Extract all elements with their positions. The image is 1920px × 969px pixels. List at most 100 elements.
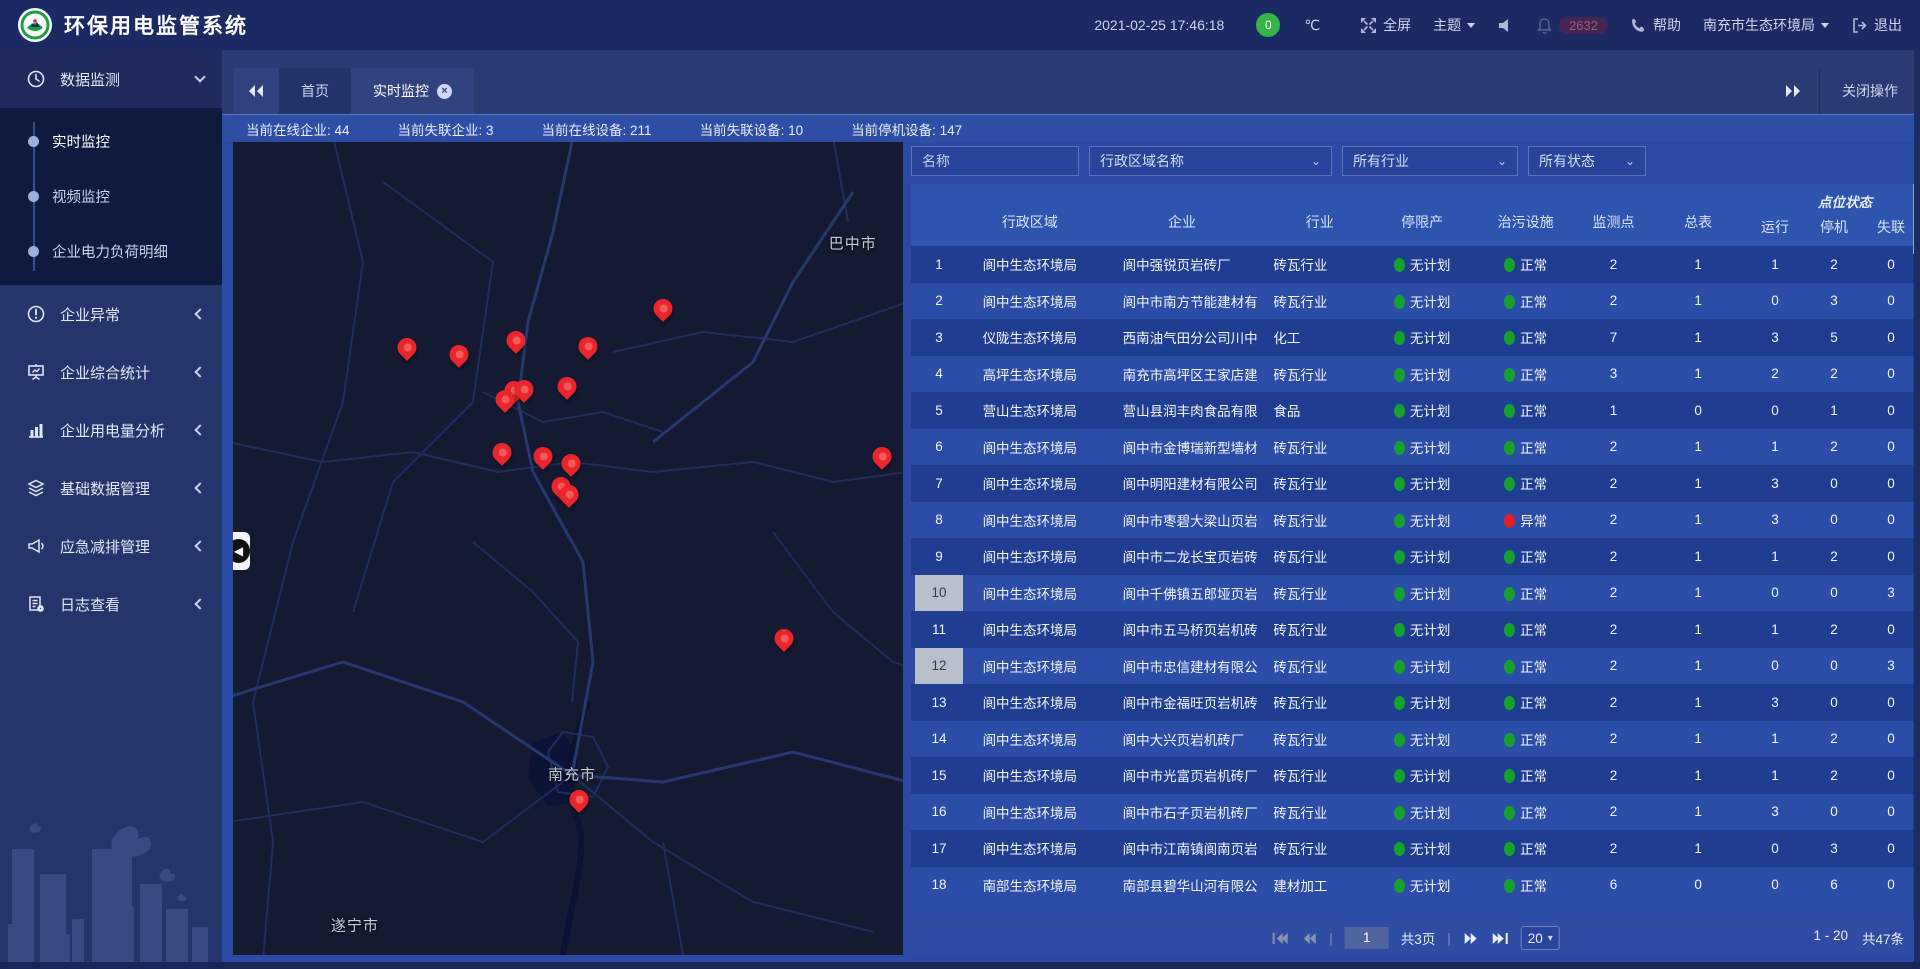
sidebar-group-6[interactable]: 日志查看 — [0, 575, 222, 633]
cell-industry: 砖瓦行业 — [1271, 765, 1368, 785]
sidebar-group-0[interactable]: 数据监测 — [0, 50, 222, 108]
sidebar-group-1[interactable]: 企业异常 — [0, 285, 222, 343]
status-dot-icon — [1504, 331, 1515, 345]
tabs-scroll-left-button[interactable] — [233, 68, 279, 114]
name-filter-input[interactable] — [922, 153, 1068, 169]
region-filter-select[interactable]: 行政区域名称 ⌄ — [1089, 146, 1332, 176]
cell-industry: 砖瓦行业 — [1271, 692, 1368, 712]
sidebar: 数据监测实时监控视频监控企业电力负荷明细企业异常企业综合统计企业用电量分析基础数… — [0, 50, 222, 969]
help-button[interactable]: 帮助 — [1630, 15, 1681, 35]
page-size-select[interactable]: 20 ▾ — [1521, 926, 1560, 950]
next-page-button[interactable] — [1463, 932, 1480, 945]
theme-dropdown[interactable]: 主题 — [1433, 15, 1475, 35]
cell-total-meters: 1 — [1652, 330, 1744, 345]
fullscreen-button[interactable]: 全屏 — [1360, 15, 1411, 35]
cell-monitor-points: 6 — [1575, 877, 1652, 892]
map-collapse-handle[interactable]: ◀ — [233, 532, 250, 570]
cell-total-meters: 1 — [1652, 293, 1744, 308]
cell-company: 阆中市金博瑞新型墙材 — [1093, 437, 1272, 457]
cell-monitor-points: 2 — [1575, 439, 1652, 454]
table-row[interactable]: 8阆中生态环境局阆中市枣碧大梁山页岩砖瓦行业无计划异常21300 — [911, 502, 1920, 539]
cell-industry: 砖瓦行业 — [1271, 437, 1368, 457]
cell-limit-status: 无计划 — [1368, 364, 1476, 384]
table-row[interactable]: 12阆中生态环境局阆中市忠信建材有限公砖瓦行业无计划正常21003 — [911, 648, 1920, 685]
close-operations-button[interactable]: 关闭操作 — [1819, 68, 1920, 114]
tab-close-icon[interactable]: × — [437, 84, 452, 99]
status-filter-select[interactable]: 所有状态 ⌄ — [1528, 146, 1646, 176]
table-row[interactable]: 17阆中生态环境局阆中市江南镇阆南页岩砖瓦行业无计划正常21030 — [911, 830, 1920, 867]
table-row[interactable]: 7阆中生态环境局阆中明阳建材有限公司砖瓦行业无计划正常21300 — [911, 465, 1920, 502]
sidebar-group-5[interactable]: 应急减排管理 — [0, 517, 222, 575]
table-row[interactable]: 10阆中生态环境局阆中千佛镇五郎垭页岩砖瓦行业无计划正常21003 — [911, 575, 1920, 612]
sidebar-group-label: 企业异常 — [60, 304, 182, 325]
cell-industry: 砖瓦行业 — [1271, 802, 1368, 822]
chevron-down-icon: ⌄ — [1625, 154, 1635, 168]
cell-lost: 0 — [1862, 366, 1920, 381]
table-row[interactable]: 5营山生态环境局营山县润丰肉食品有限食品无计划正常10010 — [911, 392, 1920, 429]
map-roads — [233, 142, 903, 955]
table-row[interactable]: 11阆中生态环境局阆中市五马桥页岩机砖砖瓦行业无计划正常21120 — [911, 611, 1920, 648]
cell-stopped: 0 — [1806, 804, 1862, 819]
sidebar-group-label: 基础数据管理 — [60, 478, 182, 499]
table-row[interactable]: 15阆中生态环境局阆中市光富页岩机砖厂砖瓦行业无计划正常21120 — [911, 757, 1920, 794]
sidebar-group-label: 应急减排管理 — [60, 536, 182, 557]
table-row[interactable]: 6阆中生态环境局阆中市金博瑞新型墙材砖瓦行业无计划正常21120 — [911, 429, 1920, 466]
cell-facility-status: 正常 — [1476, 656, 1575, 676]
tab-首页[interactable]: 首页 — [279, 68, 351, 114]
table-row[interactable]: 13阆中生态环境局阆中市金福旺页岩机砖砖瓦行业无计划正常21300 — [911, 684, 1920, 721]
sidebar-group-2[interactable]: 企业综合统计 — [0, 343, 222, 401]
table-row[interactable]: 14阆中生态环境局阆中大兴页岩机砖厂砖瓦行业无计划正常21120 — [911, 721, 1920, 758]
map-panel[interactable]: 巴中市南充市遂宁市 ◀ — [233, 142, 903, 955]
right-panel: 行政区域名称 ⌄ 所有行业 ⌄ 所有状态 ⌄ — [911, 142, 1920, 955]
org-dropdown[interactable]: 南充市生态环境局 — [1703, 15, 1829, 35]
cell-monitor-points: 2 — [1575, 585, 1652, 600]
first-page-button[interactable] — [1271, 932, 1288, 945]
cell-running: 3 — [1744, 476, 1806, 491]
sidebar-submenu: 实时监控视频监控企业电力负荷明细 — [0, 108, 222, 285]
table-row[interactable]: 16阆中生态环境局阆中市石子页岩机砖厂砖瓦行业无计划正常21300 — [911, 794, 1920, 831]
cell-limit-status: 无计划 — [1368, 692, 1476, 712]
cell-region: 阆中生态环境局 — [967, 546, 1093, 566]
cell-limit-status: 无计划 — [1368, 656, 1476, 676]
double-right-arrow-icon — [1784, 84, 1802, 98]
table-row[interactable]: 2阆中生态环境局阆中市南方节能建材有砖瓦行业无计划正常21030 — [911, 283, 1920, 320]
last-page-button[interactable] — [1492, 932, 1509, 945]
prev-page-button[interactable] — [1300, 932, 1317, 945]
cell-region: 阆中生态环境局 — [967, 729, 1093, 749]
sidebar-item-企业电力负荷明细[interactable]: 企业电力负荷明细 — [0, 224, 222, 279]
page-number-input[interactable]: 1 — [1345, 927, 1389, 949]
cell-facility-status: 正常 — [1476, 838, 1575, 858]
cell-region: 南部生态环境局 — [967, 875, 1093, 895]
status-dot-icon — [1504, 368, 1515, 382]
table-row[interactable]: 1阆中生态环境局阆中强锐页岩砖厂砖瓦行业无计划正常21120 — [911, 246, 1920, 283]
cell-lost: 0 — [1862, 731, 1920, 746]
sidebar-group-4[interactable]: 基础数据管理 — [0, 459, 222, 517]
cell-company: 阆中市金福旺页岩机砖 — [1093, 692, 1272, 712]
table-row[interactable]: 3仪陇生态环境局西南油气田分公司川中化工无计划正常71350 — [911, 319, 1920, 356]
fullscreen-icon — [1360, 17, 1377, 34]
city-label-南充市: 南充市 — [548, 763, 596, 784]
cell-region: 阆中生态环境局 — [967, 437, 1093, 457]
tab-实时监控[interactable]: 实时监控× — [351, 68, 474, 114]
cell-total-meters: 1 — [1652, 439, 1744, 454]
cell-industry: 化工 — [1271, 327, 1368, 347]
notifications-button[interactable]: 2632 — [1536, 17, 1608, 34]
sidebar-group-3[interactable]: 企业用电量分析 — [0, 401, 222, 459]
status-filter-value: 所有状态 — [1539, 151, 1595, 171]
table-row[interactable]: 4高坪生态环境局南充市高坪区王家店建砖瓦行业无计划正常31220 — [911, 356, 1920, 393]
col-header: 行业 — [1271, 198, 1368, 232]
status-dot-icon — [1394, 404, 1405, 418]
industry-filter-select[interactable]: 所有行业 ⌄ — [1342, 146, 1518, 176]
row-index: 6 — [911, 429, 967, 466]
cell-limit-status: 无计划 — [1368, 583, 1476, 603]
cell-lost: 0 — [1862, 841, 1920, 856]
sidebar-item-视频监控[interactable]: 视频监控 — [0, 169, 222, 224]
cell-running: 1 — [1744, 549, 1806, 564]
status-dot-icon — [1394, 806, 1405, 820]
mute-button[interactable] — [1497, 17, 1514, 34]
sidebar-item-实时监控[interactable]: 实时监控 — [0, 114, 222, 169]
table-row[interactable]: 9阆中生态环境局阆中市二龙长宝页岩砖砖瓦行业无计划正常21120 — [911, 538, 1920, 575]
logout-button[interactable]: 退出 — [1851, 15, 1902, 35]
tabs-scroll-right-button[interactable] — [1767, 84, 1819, 98]
table-row[interactable]: 18南部生态环境局南部县碧华山河有限公建材加工无计划正常60060 — [911, 867, 1920, 904]
